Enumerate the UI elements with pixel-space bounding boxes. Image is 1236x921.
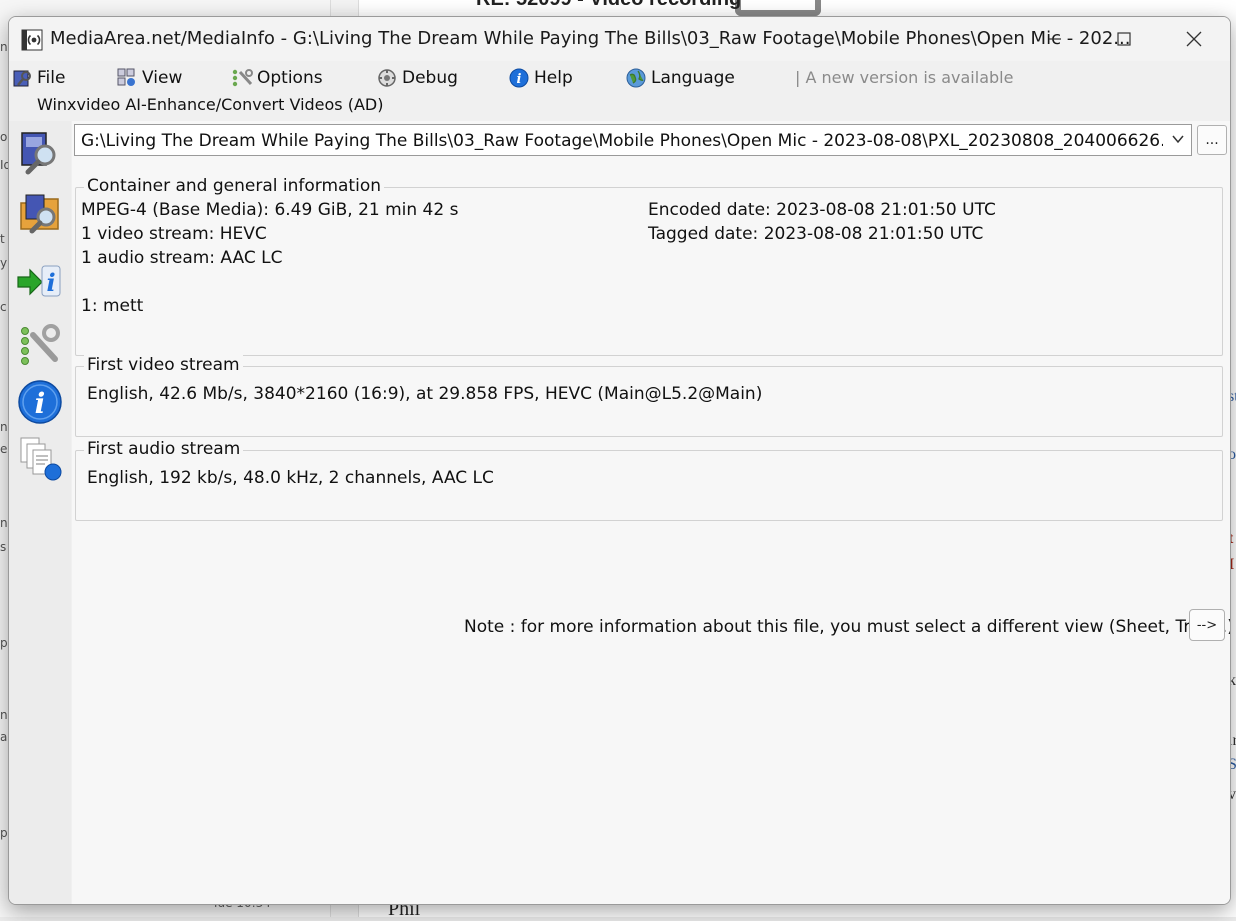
video-stream-info: English, 42.6 Mb/s, 3840*2160 (16:9), at…: [87, 384, 763, 404]
menu-help-label: Help: [534, 68, 573, 88]
general-chapter-line: 1: mett: [81, 296, 144, 316]
background-page-title: RE: 52099 - Video recording: [476, 0, 741, 11]
audio-stream-group: First audio stream English, 192 kb/s, 48…: [75, 439, 1223, 521]
audio-stream-title: First audio stream: [84, 439, 244, 459]
open-file-button[interactable]: [15, 125, 65, 179]
side-toolbar: i i: [9, 121, 71, 904]
new-version-link[interactable]: | A new version is available: [795, 63, 1013, 91]
minimize-icon: [1049, 38, 1061, 40]
next-view-button[interactable]: -->: [1189, 609, 1225, 641]
preferences-icon: [21, 324, 60, 365]
menu-language-label: Language: [651, 68, 735, 88]
menu-debug-label: Debug: [402, 68, 458, 88]
preferences-button[interactable]: [15, 317, 65, 371]
audio-stream-info: English, 192 kb/s, 48.0 kHz, 2 channels,…: [87, 468, 494, 488]
menu-options[interactable]: Options: [231, 63, 323, 93]
maximize-button[interactable]: [1101, 25, 1147, 53]
app-icon: [21, 29, 43, 51]
view-mode-button[interactable]: [15, 431, 65, 485]
open-folder-button[interactable]: [15, 185, 65, 239]
about-button[interactable]: i: [15, 375, 65, 429]
menu-view-label: View: [142, 68, 183, 88]
language-icon: [626, 68, 646, 88]
general-video-count: 1 video stream: HEVC: [81, 224, 267, 244]
menu-view[interactable]: View: [116, 63, 182, 93]
title-bar[interactable]: MediaArea.net/MediaInfo - G:\Living The …: [9, 17, 1230, 61]
general-audio-count: 1 audio stream: AAC LC: [81, 248, 283, 268]
close-button[interactable]: [1171, 25, 1217, 53]
chevron-down-icon[interactable]: [1171, 132, 1185, 146]
background-thumbnail: [735, 0, 821, 16]
tagged-date: Tagged date: 2023-08-08 21:01:50 UTC: [648, 224, 984, 244]
general-format-line: MPEG-4 (Base Media): 6.49 GiB, 21 min 42…: [81, 200, 459, 220]
help-icon: i: [509, 68, 529, 88]
file-path-value: G:\Living The Dream While Paying The Bil…: [81, 131, 1163, 151]
menu-debug[interactable]: Debug: [376, 63, 458, 93]
open-folder-icon: [20, 194, 59, 234]
menu-file-label: File: [37, 68, 66, 88]
export-button[interactable]: i: [15, 255, 65, 309]
svg-text:i: i: [517, 72, 522, 87]
menu-options-label: Options: [257, 68, 323, 88]
general-info-title: Container and general information: [84, 176, 384, 196]
close-icon: [1186, 31, 1202, 47]
window-title: MediaArea.net/MediaInfo - G:\Living The …: [50, 28, 1131, 49]
view-note: Note : for more information about this f…: [464, 617, 1231, 637]
menu-file[interactable]: File: [11, 63, 65, 93]
open-file-icon: [21, 132, 56, 175]
menu-bar: File View Options Debug i Help Language …: [9, 63, 1230, 93]
view-mode-icon: [20, 437, 62, 481]
video-stream-group: First video stream English, 42.6 Mb/s, 3…: [75, 355, 1223, 437]
general-info-group: Container and general information MPEG-4…: [75, 176, 1223, 356]
minimize-button[interactable]: [1032, 25, 1078, 53]
menu-help[interactable]: i Help: [508, 63, 573, 93]
about-icon: i: [18, 380, 62, 424]
main-content: G:\Living The Dream While Paying The Bil…: [72, 121, 1230, 904]
export-info-icon: i: [17, 265, 61, 297]
file-select[interactable]: G:\Living The Dream While Paying The Bil…: [74, 124, 1192, 156]
view-icon: [117, 68, 135, 86]
options-icon: [232, 69, 253, 87]
video-stream-title: First video stream: [84, 355, 243, 375]
svg-text:i: i: [35, 387, 46, 420]
mediainfo-window: MediaArea.net/MediaInfo - G:\Living The …: [8, 16, 1231, 905]
file-icon: [13, 70, 31, 87]
menu-language[interactable]: Language: [625, 63, 735, 93]
debug-icon: [378, 69, 396, 87]
svg-text:i: i: [46, 268, 55, 297]
browse-button[interactable]: ...: [1197, 125, 1227, 155]
ad-banner[interactable]: Winxvideo AI-Enhance/Convert Videos (AD): [37, 95, 383, 114]
encoded-date: Encoded date: 2023-08-08 21:01:50 UTC: [648, 200, 996, 220]
maximize-icon: [1117, 32, 1131, 46]
